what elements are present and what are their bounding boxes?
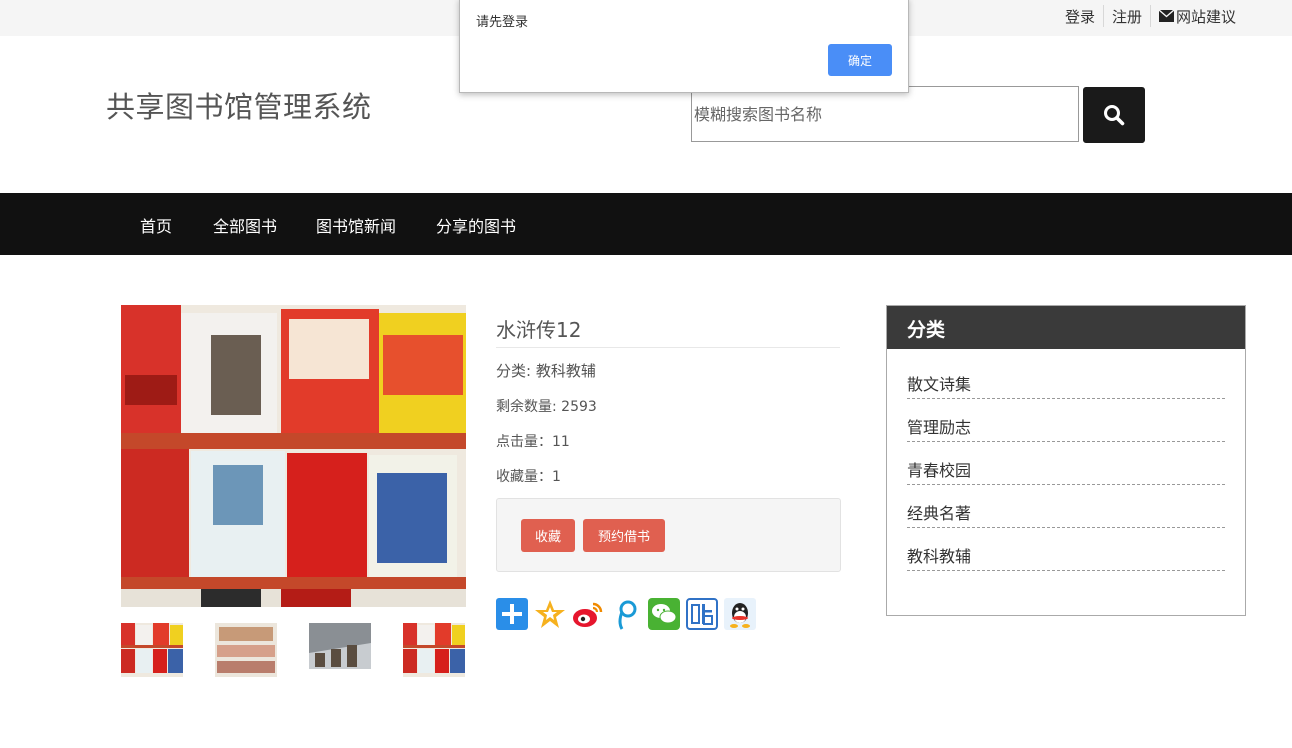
book-title: 水浒传12 — [496, 318, 582, 342]
nav-all-books[interactable]: 全部图书 — [213, 213, 277, 237]
divider — [1102, 5, 1104, 27]
reserve-button[interactable]: 预约借书 — [583, 519, 665, 552]
dialog-message: 请先登录 — [476, 15, 529, 30]
category-item[interactable]: 教科教辅 — [907, 528, 1225, 571]
top-links: 登录 注册 网站建议 — [1065, 5, 1236, 27]
register-link[interactable]: 注册 — [1112, 6, 1142, 27]
share-plus-icon[interactable] — [496, 598, 528, 630]
search-button[interactable] — [1083, 87, 1145, 143]
book-category: 分类: 教科教辅 — [496, 362, 596, 380]
category-heading: 分类 — [887, 306, 1245, 349]
divider — [1149, 5, 1151, 27]
envelope-icon — [1158, 10, 1174, 22]
main-nav: 首页 全部图书 图书馆新闻 分享的图书 — [0, 193, 1292, 255]
qq-icon[interactable] — [724, 598, 756, 630]
category-item[interactable]: 经典名著 — [907, 485, 1225, 528]
login-link[interactable]: 登录 — [1065, 6, 1095, 27]
weibo-icon[interactable] — [572, 598, 604, 630]
category-sidebar: 分类 散文诗集 管理励志 青春校园 经典名著 教科教辅 — [886, 305, 1246, 616]
tencent-weibo-icon[interactable] — [610, 598, 642, 630]
magnifier-icon — [1104, 105, 1125, 126]
thumbnail-3[interactable] — [309, 623, 371, 669]
category-item[interactable]: 青春校园 — [907, 442, 1225, 485]
thumbnail-1[interactable] — [121, 623, 183, 677]
thumbnail-4[interactable] — [403, 623, 465, 677]
share-bar — [496, 598, 756, 630]
feedback-link[interactable]: 网站建议 — [1158, 6, 1236, 27]
dialog-ok-button[interactable]: 确定 — [828, 44, 892, 76]
tieba-icon[interactable] — [686, 598, 718, 630]
divider — [496, 347, 840, 348]
category-item[interactable]: 管理励志 — [907, 399, 1225, 442]
thumbnail-2[interactable] — [215, 623, 277, 677]
nav-home[interactable]: 首页 — [140, 213, 172, 237]
book-clicks: 点击量：11 — [496, 434, 570, 450]
book-remaining: 剩余数量: 2593 — [496, 399, 597, 415]
search-input[interactable] — [691, 86, 1079, 142]
wechat-icon[interactable] — [648, 598, 680, 630]
action-panel: 收藏 预约借书 — [496, 498, 841, 572]
book-favorites: 收藏量：1 — [496, 469, 561, 485]
category-item[interactable]: 散文诗集 — [907, 356, 1225, 399]
login-alert-dialog: 请先登录 确定 — [459, 0, 909, 93]
book-cover-image — [121, 305, 466, 607]
favorite-button[interactable]: 收藏 — [521, 519, 575, 552]
nav-shared-books[interactable]: 分享的图书 — [436, 213, 516, 237]
qzone-icon[interactable] — [534, 598, 566, 630]
site-title: 共享图书馆管理系统 — [106, 90, 372, 124]
nav-library-news[interactable]: 图书馆新闻 — [316, 213, 396, 237]
feedback-label: 网站建议 — [1175, 7, 1236, 26]
